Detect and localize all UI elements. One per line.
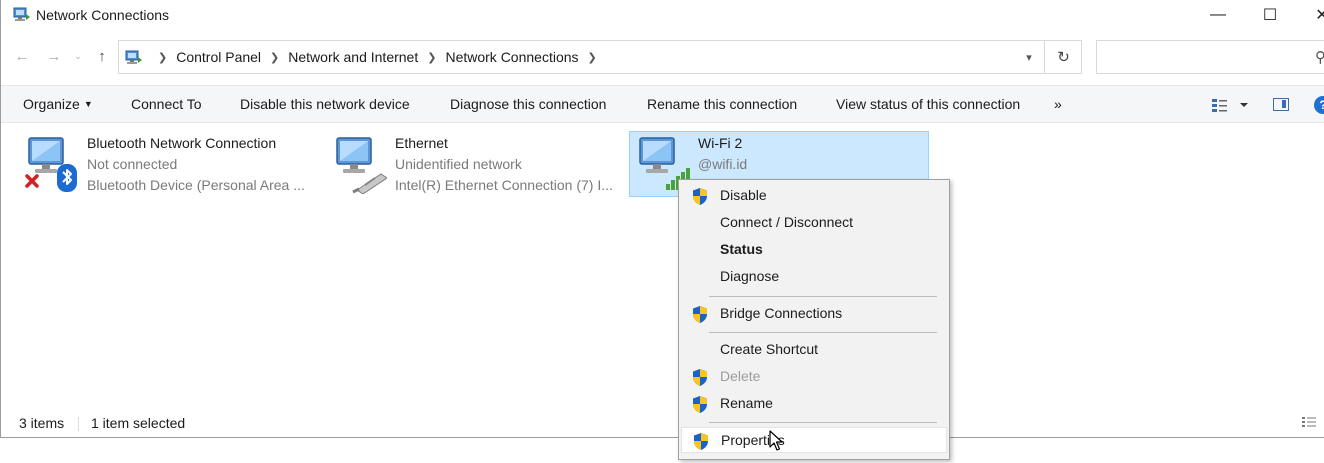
forward-button[interactable]: → <box>43 44 65 68</box>
more-commands-button[interactable]: » <box>1054 96 1062 112</box>
uac-shield-icon <box>693 306 707 323</box>
status-divider <box>78 417 79 431</box>
ethernet-network-icon <box>336 137 387 194</box>
menu-item-create-shortcut[interactable]: Create Shortcut <box>681 337 947 363</box>
menu-separator <box>709 296 937 297</box>
menu-item-diagnose[interactable]: Diagnose <box>681 264 947 290</box>
menu-item-status[interactable]: Status <box>681 237 947 263</box>
address-row: ← → ⌄ ↑ ❯ Control Panel ❯ Network and In… <box>1 36 1324 78</box>
chevron-right-icon[interactable]: ❯ <box>270 51 279 64</box>
chevron-right-icon[interactable]: ❯ <box>158 51 167 64</box>
maximize-button[interactable]: ☐ <box>1247 0 1293 30</box>
title-bar: Network Connections — ☐ ✕ <box>1 0 1324 32</box>
connection-status: Not connected <box>87 156 178 172</box>
change-view-icon[interactable] <box>1211 97 1251 113</box>
menu-item-connect-disconnect[interactable]: Connect / Disconnect <box>681 210 947 236</box>
back-button[interactable]: ← <box>11 44 33 68</box>
connection-status: Unidentified network <box>395 156 522 172</box>
context-menu: Disable Connect / Disconnect Status Diag… <box>678 179 950 460</box>
network-connections-icon <box>13 7 30 21</box>
menu-item-label: Diagnose <box>720 268 780 284</box>
uac-shield-icon <box>694 433 708 450</box>
disable-device-button[interactable]: Disable this network device <box>240 96 410 112</box>
breadcrumb: ❯ Control Panel ❯ Network and Internet ❯… <box>149 49 606 65</box>
close-button[interactable]: ✕ <box>1299 0 1324 30</box>
search-icon[interactable]: ⚲ <box>1315 48 1324 66</box>
connection-name: Ethernet <box>395 135 448 151</box>
command-bar: Organize ▼ Connect To Disable this networ… <box>1 85 1324 123</box>
address-bar[interactable]: ❯ Control Panel ❯ Network and Internet ❯… <box>118 40 1082 74</box>
menu-item-label: Connect / Disconnect <box>720 214 854 230</box>
desktop-background <box>0 438 1324 463</box>
chevron-right-icon[interactable]: ❯ <box>588 51 597 64</box>
connection-name: Bluetooth Network Connection <box>87 135 277 151</box>
network-connections-icon <box>125 50 142 64</box>
connection-item-ethernet[interactable]: Ethernet Unidentified network Intel(R) E… <box>323 131 623 197</box>
caret-down-icon: ▼ <box>83 99 93 109</box>
up-button[interactable]: ↑ <box>91 44 113 68</box>
menu-item-label: Bridge Connections <box>720 305 843 321</box>
menu-item-delete[interactable]: Delete <box>681 364 947 390</box>
connect-to-button[interactable]: Connect To <box>131 96 202 112</box>
connection-device: Intel(R) Ethernet Connection (7) I... <box>395 177 613 193</box>
details-view-icon[interactable] <box>1301 416 1317 430</box>
menu-item-disable[interactable]: Disable <box>681 183 947 209</box>
preview-pane-icon[interactable] <box>1273 98 1289 111</box>
uac-shield-icon <box>693 188 707 205</box>
connection-name: Wi-Fi 2 <box>698 135 743 151</box>
menu-item-properties[interactable]: Properties <box>681 427 947 453</box>
menu-item-label: Rename <box>720 395 773 411</box>
breadcrumb-control-panel[interactable]: Control Panel <box>176 49 261 65</box>
refresh-button[interactable]: ↻ <box>1044 41 1082 73</box>
menu-separator <box>709 422 937 423</box>
menu-separator <box>709 332 937 333</box>
help-button[interactable]: ? <box>1314 96 1324 114</box>
recent-locations-button[interactable]: ⌄ <box>71 44 85 68</box>
bluetooth-network-icon <box>25 137 77 192</box>
menu-item-label: Create Shortcut <box>720 341 819 357</box>
status-bar: 3 items 1 item selected <box>1 410 1324 437</box>
breadcrumb-network-connections[interactable]: Network Connections <box>445 49 578 65</box>
menu-item-bridge-connections[interactable]: Bridge Connections <box>681 301 947 327</box>
item-count: 3 items <box>19 415 65 431</box>
minimize-button[interactable]: — <box>1195 0 1241 30</box>
menu-item-rename[interactable]: Rename <box>681 391 947 417</box>
uac-shield-icon <box>693 369 707 386</box>
menu-item-label: Delete <box>720 368 761 384</box>
view-status-button[interactable]: View status of this connection <box>836 96 1020 112</box>
window-title: Network Connections <box>36 7 170 23</box>
selection-count: 1 item selected <box>91 415 186 431</box>
explorer-window: Network Connections — ☐ ✕ ← → ⌄ ↑ ❯ Cont… <box>0 0 1324 438</box>
chevron-right-icon[interactable]: ❯ <box>427 51 436 64</box>
rename-button[interactable]: Rename this connection <box>647 96 797 112</box>
diagnose-button[interactable]: Diagnose this connection <box>450 96 606 112</box>
chevron-down-icon[interactable]: ▾ <box>1014 41 1044 73</box>
breadcrumb-network-and-internet[interactable]: Network and Internet <box>288 49 418 65</box>
menu-item-label: Status <box>720 241 763 257</box>
search-input[interactable]: ⚲ <box>1096 40 1324 74</box>
uac-shield-icon <box>693 396 707 413</box>
connection-status: @wifi.id <box>698 156 748 172</box>
mouse-cursor-icon <box>769 430 783 451</box>
menu-item-label: Disable <box>720 187 767 203</box>
connection-device: Bluetooth Device (Personal Area ... <box>87 177 305 193</box>
organize-label: Organize <box>23 96 80 112</box>
organize-button[interactable]: Organize ▼ <box>23 96 93 112</box>
connection-item-bluetooth[interactable]: Bluetooth Network Connection Not connect… <box>15 131 315 197</box>
